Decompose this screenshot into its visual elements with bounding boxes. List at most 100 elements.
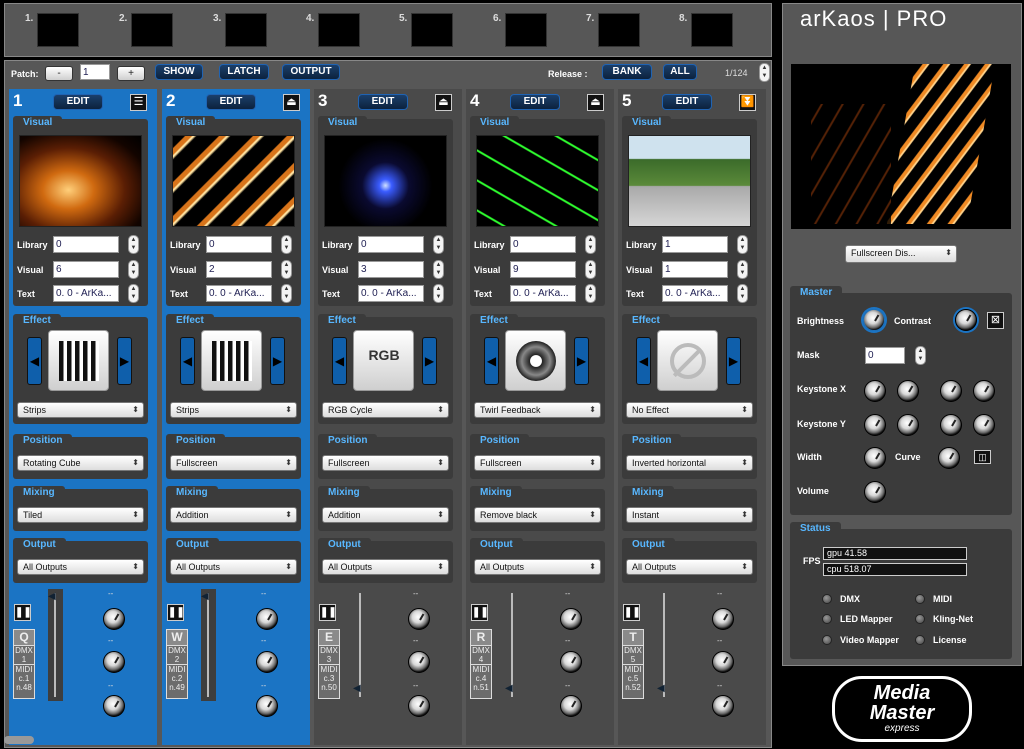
curve-knob[interactable] [938,447,960,469]
library-stepper[interactable]: ▲ ▼ [433,235,444,254]
visual-preview[interactable] [476,135,599,227]
deck-knob-1[interactable] [408,608,430,630]
edit-button[interactable]: EDIT [662,94,712,110]
visual-number-field[interactable]: 6 [53,261,119,278]
eject-icon[interactable]: ⏏ [283,94,300,111]
effect-select[interactable]: Strips ⬍ [17,402,144,418]
library-field[interactable]: 0 [53,236,119,253]
visual-number-field[interactable]: 1 [662,261,728,278]
width-knob[interactable] [864,447,886,469]
mixing-select[interactable]: Tiled ⬍ [17,507,144,523]
edit-button[interactable]: EDIT [206,94,256,110]
link-icon[interactable]: ◫ [974,450,991,464]
visual-number-field[interactable]: 2 [206,261,272,278]
keystone-x-knob-2[interactable] [897,380,919,402]
bank-button[interactable]: BANK [602,64,652,80]
output-select[interactable]: All Outputs ⬍ [17,559,144,575]
patch-increment-button[interactable]: + [117,66,145,81]
deck-knob-2[interactable] [560,651,582,673]
visual-preview[interactable] [19,135,142,227]
deck-knob-3[interactable] [560,695,582,717]
mixing-select[interactable]: Instant ⬍ [626,507,753,523]
edit-button[interactable]: EDIT [358,94,408,110]
library-stepper[interactable]: ▲ ▼ [128,235,139,254]
thumbnail-image[interactable] [411,13,453,47]
library-field[interactable]: 0 [358,236,424,253]
deck-knob-2[interactable] [103,651,125,673]
visual-preview[interactable] [628,135,751,227]
opacity-fader[interactable]: ◀ [201,589,216,701]
thumbnail-image[interactable] [598,13,640,47]
pause-button[interactable]: ❚❚ [319,604,337,621]
thumbnail-image[interactable] [225,13,267,47]
eject-icon[interactable]: ☰ [130,94,147,111]
fader-handle-icon[interactable]: ◀ [48,591,56,602]
library-field[interactable]: 1 [662,236,728,253]
keystone-x-knob-4[interactable] [973,380,995,402]
all-button[interactable]: ALL [663,64,697,80]
thumbnail-image[interactable] [318,13,360,47]
pause-button[interactable]: ❚❚ [623,604,641,621]
visual-number-stepper[interactable]: ▲ ▼ [128,260,139,279]
deck-knob-3[interactable] [408,695,430,717]
text-field[interactable]: 0. 0 - ArKa... [53,285,119,302]
pause-button[interactable]: ❚❚ [471,604,489,621]
deck-knob-1[interactable] [560,608,582,630]
output-select[interactable]: All Outputs ⬍ [626,559,753,575]
eject-icon[interactable]: ⏬ [739,94,756,111]
library-stepper[interactable]: ▲ ▼ [585,235,596,254]
effect-prev-button[interactable]: ◀ [180,337,195,385]
mask-field[interactable]: 0 [865,347,905,364]
library-stepper[interactable]: ▲ ▼ [281,235,292,254]
effect-select[interactable]: Twirl Feedback ⬍ [474,402,601,418]
effect-thumbnail[interactable] [48,330,109,391]
effect-thumbnail[interactable] [201,330,262,391]
reset-icon[interactable]: ⊠ [987,312,1004,329]
edit-button[interactable]: EDIT [53,94,103,110]
deck-knob-2[interactable] [712,651,734,673]
position-select[interactable]: Rotating Cube ⬍ [17,455,144,471]
text-stepper[interactable]: ▲ ▼ [128,284,139,303]
text-stepper[interactable]: ▲ ▼ [433,284,444,303]
fader-handle-icon[interactable]: ◀ [201,591,209,602]
keystone-y-knob-2[interactable] [897,414,919,436]
effect-next-button[interactable]: ▶ [574,337,589,385]
pause-button[interactable]: ❚❚ [167,604,185,621]
text-field[interactable]: 0. 0 - ArKa... [510,285,576,302]
effect-prev-button[interactable]: ◀ [332,337,347,385]
eject-icon[interactable]: ⏏ [435,94,452,111]
visual-preview[interactable] [172,135,295,227]
text-field[interactable]: 0. 0 - ArKa... [358,285,424,302]
position-select[interactable]: Fullscreen ⬍ [474,455,601,471]
output-select[interactable]: All Outputs ⬍ [474,559,601,575]
mixing-select[interactable]: Remove black ⬍ [474,507,601,523]
opacity-fader[interactable]: ◀ [353,589,368,701]
effect-next-button[interactable]: ▶ [422,337,437,385]
position-select[interactable]: Fullscreen ⬍ [170,455,297,471]
thumbnail-image[interactable] [131,13,173,47]
deck-knob-2[interactable] [408,651,430,673]
effect-thumbnail[interactable] [657,330,718,391]
deck-knob-1[interactable] [103,608,125,630]
fader-handle-icon[interactable]: ◀ [353,683,361,694]
pause-button[interactable]: ❚❚ [14,604,32,621]
effect-thumbnail[interactable]: RGB [353,330,414,391]
keystone-y-knob-4[interactable] [973,414,995,436]
opacity-fader[interactable]: ◀ [48,589,63,701]
text-stepper[interactable]: ▲ ▼ [281,284,292,303]
thumbnail-image[interactable] [691,13,733,47]
text-stepper[interactable]: ▲ ▼ [737,284,748,303]
position-select[interactable]: Fullscreen ⬍ [322,455,449,471]
visual-number-stepper[interactable]: ▲ ▼ [281,260,292,279]
bank-page-stepper[interactable]: ▲ ▼ [759,63,770,82]
fader-handle-icon[interactable]: ◀ [505,683,513,694]
keystone-x-knob-3[interactable] [940,380,962,402]
output-select[interactable]: All Outputs ⬍ [170,559,297,575]
keystone-y-knob-1[interactable] [864,414,886,436]
deck-knob-1[interactable] [712,608,734,630]
effect-next-button[interactable]: ▶ [726,337,741,385]
keystone-x-knob-1[interactable] [864,380,886,402]
effect-next-button[interactable]: ▶ [270,337,285,385]
opacity-fader[interactable]: ◀ [505,589,520,701]
fader-handle-icon[interactable]: ◀ [657,683,665,694]
